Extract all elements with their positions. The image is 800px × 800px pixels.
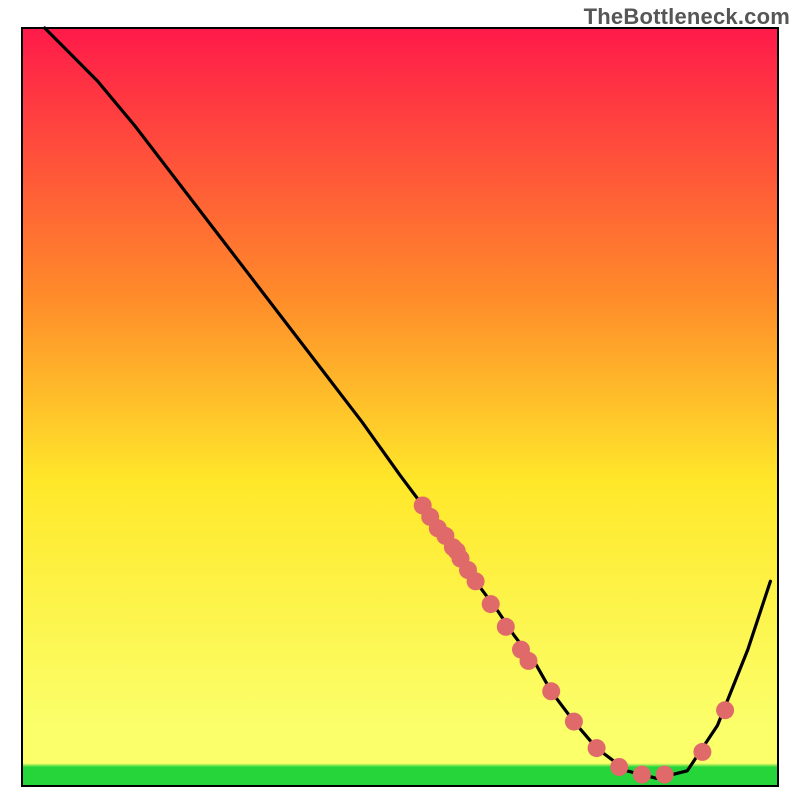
benchmark-point	[633, 766, 651, 784]
benchmark-point	[610, 758, 628, 776]
benchmark-point	[565, 713, 583, 731]
benchmark-point	[542, 682, 560, 700]
chart-wrapper: TheBottleneck.com	[0, 0, 800, 800]
benchmark-point	[588, 739, 606, 757]
bottleneck-chart	[0, 0, 800, 800]
attribution-text: TheBottleneck.com	[584, 4, 790, 30]
benchmark-point	[716, 701, 734, 719]
benchmark-point	[693, 743, 711, 761]
benchmark-point	[497, 618, 515, 636]
plot-background	[22, 28, 778, 786]
benchmark-point	[520, 652, 538, 670]
benchmark-point	[482, 595, 500, 613]
benchmark-point	[467, 572, 485, 590]
benchmark-point	[656, 766, 674, 784]
